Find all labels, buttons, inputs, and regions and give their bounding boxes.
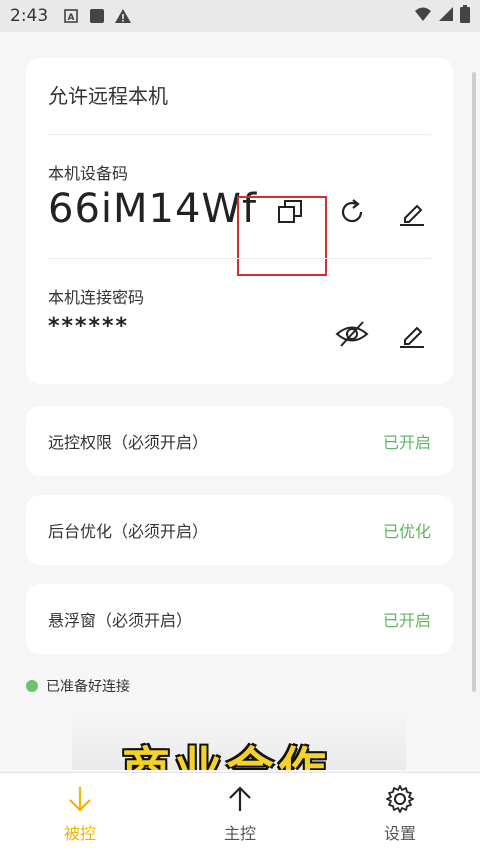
divider (48, 258, 431, 259)
bottom-navigation: 被控 主控 设置 (0, 772, 480, 854)
page-content: 允许远程本机 本机设备码 66iM14Wf 本机连接密码 ****** 远控权限… (0, 32, 480, 772)
banner-text: 商业合作 (122, 742, 331, 770)
background-optimization-row[interactable]: 后台优化（必须开启） 已优化 (26, 495, 453, 565)
notification-a-icon: A (62, 7, 80, 25)
wifi-icon (414, 6, 432, 26)
floating-window-row[interactable]: 悬浮窗（必须开启） 已开启 (26, 584, 453, 654)
edit-icon (400, 204, 424, 226)
copy-button[interactable] (272, 194, 308, 230)
battery-icon (460, 5, 470, 27)
nav-label: 被控 (63, 823, 96, 843)
nav-controller[interactable]: 主控 (160, 773, 320, 854)
edit-password-button[interactable] (394, 316, 430, 352)
password-label: 本机连接密码 (48, 288, 145, 307)
device-code-value: 66iM14Wf (48, 186, 258, 232)
row-status: 已开启 (382, 433, 431, 452)
square-icon (88, 7, 106, 25)
ready-text: 已准备好连接 (46, 679, 130, 695)
remote-permission-row[interactable]: 远控权限（必须开启） 已开启 (26, 406, 453, 476)
nav-settings[interactable]: 设置 (320, 773, 480, 854)
remote-access-card: 允许远程本机 本机设备码 66iM14Wf 本机连接密码 ****** (26, 58, 453, 384)
nav-controlled[interactable]: 被控 (0, 773, 160, 854)
svg-text:A: A (68, 13, 75, 23)
gear-icon (386, 784, 414, 813)
arrow-up-icon (229, 785, 251, 811)
edit-icon (400, 326, 424, 348)
row-label: 悬浮窗（必须开启） (48, 611, 193, 630)
device-code-label: 本机设备码 (48, 164, 129, 183)
status-time: 2:43 (10, 6, 49, 26)
eye-off-icon (335, 321, 369, 347)
card-title: 允许远程本机 (48, 84, 168, 108)
status-bar: 2:43 A (0, 0, 480, 32)
refresh-icon (341, 199, 363, 223)
row-status: 已优化 (382, 522, 431, 541)
business-banner[interactable]: 商业合作 (72, 710, 406, 770)
password-value: ****** (48, 314, 130, 339)
row-label: 后台优化（必须开启） (48, 522, 209, 541)
copy-icon (278, 200, 302, 223)
status-dot (26, 680, 38, 692)
row-status: 已开启 (382, 611, 431, 630)
refresh-button[interactable] (334, 194, 370, 230)
divider (48, 134, 431, 135)
edit-code-button[interactable] (394, 194, 430, 230)
scrollbar[interactable] (472, 72, 476, 692)
warning-icon (114, 7, 132, 25)
connection-ready-indicator: 已准备好连接 (26, 676, 130, 696)
toggle-password-visibility-button[interactable] (334, 316, 370, 352)
nav-label: 主控 (223, 823, 256, 843)
row-label: 远控权限（必须开启） (48, 433, 209, 452)
cell-signal-icon (438, 6, 454, 26)
nav-label: 设置 (383, 823, 416, 843)
arrow-down-icon (69, 786, 91, 812)
